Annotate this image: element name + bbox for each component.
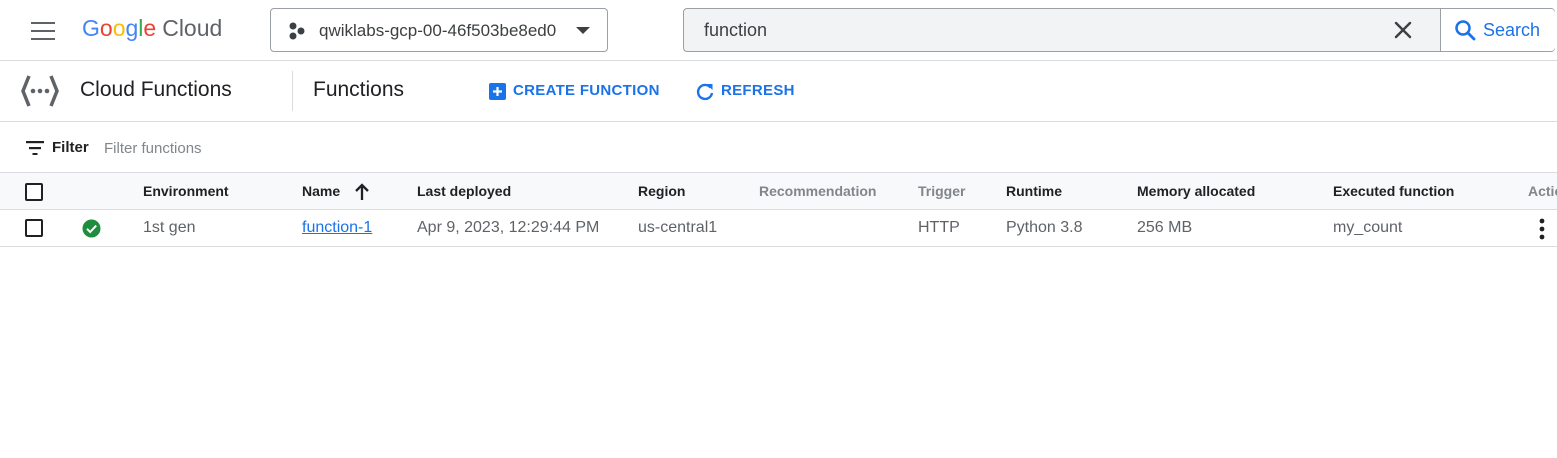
cell-trigger: HTTP: [918, 219, 960, 236]
create-function-label: CREATE FUNCTION: [513, 82, 660, 99]
product-title: Cloud Functions: [80, 78, 232, 101]
cell-last-deployed: Apr 9, 2023, 12:29:44 PM: [417, 219, 600, 236]
logo-letter: o: [99, 15, 113, 41]
google-cloud-logo[interactable]: Google Cloud: [82, 15, 222, 42]
logo-letter: g: [125, 15, 139, 41]
arrow-up-icon[interactable]: [354, 183, 370, 201]
filter-bar: Filter: [0, 122, 1557, 173]
cell-runtime: Python 3.8: [1006, 219, 1083, 236]
more-vert-icon[interactable]: [1534, 218, 1550, 240]
search-button[interactable]: Search: [1440, 9, 1555, 51]
add-box-icon: [489, 83, 506, 100]
filter-label[interactable]: Filter: [52, 139, 89, 156]
logo-letter: e: [143, 15, 157, 41]
search-box: Search: [683, 8, 1555, 52]
cell-environment: 1st gen: [143, 219, 196, 236]
search-button-label: Search: [1483, 20, 1541, 40]
project-icon: [289, 22, 305, 40]
column-environment[interactable]: Environment: [143, 183, 229, 199]
search-input[interactable]: [704, 19, 1364, 41]
column-trigger: Trigger: [918, 183, 966, 199]
chevron-down-icon: [576, 27, 590, 34]
top-bar: Google Cloud qwiklabs-gcp-00-46f503be8ed0…: [0, 0, 1557, 61]
check-circle-icon: [82, 219, 101, 238]
column-last-deployed[interactable]: Last deployed: [417, 183, 511, 199]
create-function-button[interactable]: CREATE FUNCTION: [488, 77, 660, 105]
page-title: Functions: [313, 78, 405, 101]
refresh-label: REFRESH: [721, 82, 795, 99]
column-runtime[interactable]: Runtime: [1006, 183, 1062, 199]
logo-product: Cloud: [162, 15, 223, 41]
logo-letter: G: [82, 15, 100, 41]
row-checkbox[interactable]: [25, 219, 43, 237]
function-name-link[interactable]: function-1: [302, 219, 372, 237]
divider: [292, 71, 293, 111]
column-recommendation: Recommendation: [759, 183, 877, 199]
column-actions: Actions: [1528, 183, 1557, 199]
table-row: 1st gen function-1 Apr 9, 2023, 12:29:44…: [0, 210, 1557, 247]
cell-executed-function: my_count: [1333, 219, 1403, 236]
cell-region: us-central1: [638, 219, 718, 236]
project-picker[interactable]: qwiklabs-gcp-00-46f503be8ed0: [270, 8, 608, 52]
cloud-functions-icon: [21, 75, 59, 107]
refresh-icon: [696, 83, 714, 101]
column-executed-function[interactable]: Executed function: [1333, 183, 1454, 199]
table-header: Environment Name Last deployed Region Re…: [0, 173, 1557, 210]
column-memory[interactable]: Memory allocated: [1137, 183, 1255, 199]
column-region[interactable]: Region: [638, 183, 685, 199]
close-icon[interactable]: [1392, 19, 1414, 41]
logo-letter: o: [112, 15, 126, 41]
page-header: Cloud Functions Functions CREATE FUNCTIO…: [0, 61, 1557, 122]
select-all-checkbox[interactable]: [25, 183, 43, 201]
filter-icon[interactable]: [26, 141, 44, 155]
project-name: qwiklabs-gcp-00-46f503be8ed0: [319, 21, 557, 40]
filter-input[interactable]: [104, 138, 504, 158]
column-name[interactable]: Name: [302, 183, 340, 199]
refresh-button[interactable]: REFRESH: [695, 77, 795, 105]
menu-icon[interactable]: [31, 22, 55, 40]
search-icon: [1455, 20, 1476, 41]
cell-memory: 256 MB: [1137, 219, 1193, 236]
